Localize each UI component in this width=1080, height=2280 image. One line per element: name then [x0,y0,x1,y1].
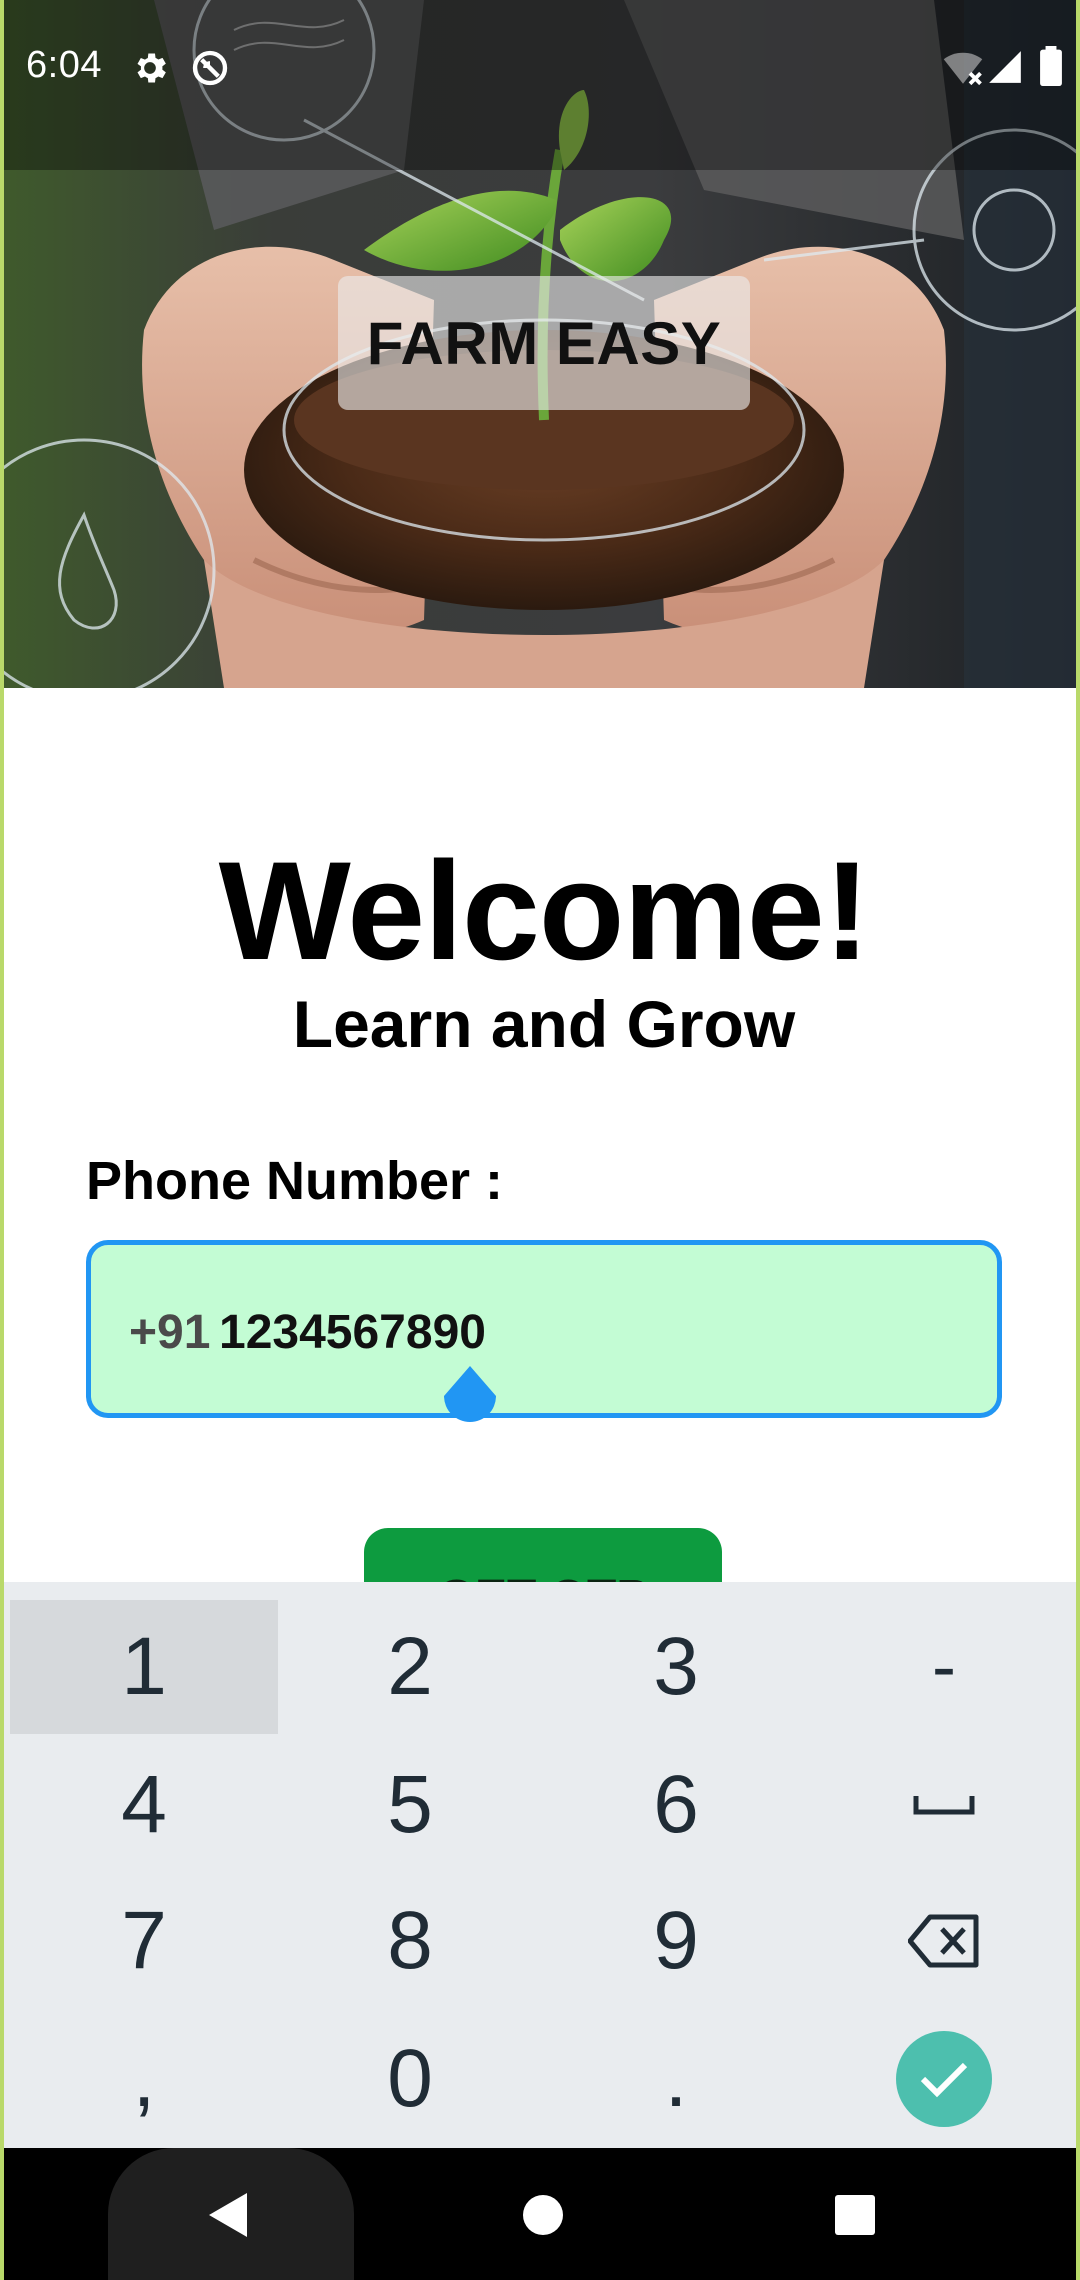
recents-square-icon [835,2195,875,2235]
key-7[interactable]: 7 [10,1874,278,2008]
key-label: - [932,1627,956,1707]
checkmark-icon [920,2062,968,2098]
key-label: . [664,2033,688,2124]
welcome-subtitle: Learn and Grow [292,987,796,1061]
key-label: 2 [387,1621,433,1712]
key-8[interactable]: 8 [276,1874,544,2008]
key-label: 4 [121,1759,167,1850]
app-title-plate: FARM EASY [338,276,750,410]
key-period[interactable]: . [542,2012,810,2146]
key-comma[interactable]: , [10,2012,278,2146]
key-backspace[interactable] [810,1874,1076,2008]
home-button[interactable] [508,2180,578,2250]
key-2[interactable]: 2 [276,1600,544,1734]
key-label: 3 [653,1621,699,1712]
app-screen: 6:04 FARM EASY Welcome! Learn and Grow P… [0,0,1080,2280]
status-bar: 6:04 [4,0,1076,136]
navigation-bar [4,2148,1076,2280]
key-6[interactable]: 6 [542,1738,810,1872]
key-4[interactable]: 4 [10,1738,278,1872]
back-button[interactable] [194,2180,264,2250]
backspace-icon [908,1914,979,1968]
key-1[interactable]: 1 [10,1600,278,1734]
key-label: , [132,2033,156,2124]
recents-button[interactable] [820,2180,890,2250]
home-circle-icon [523,2195,563,2235]
key-label: 6 [653,1759,699,1850]
gear-icon [130,48,170,93]
cell-signal-icon [986,48,1024,91]
key-label: 9 [653,1895,699,1986]
welcome-title: Welcome! [218,832,871,989]
key-minus[interactable]: - [810,1600,1076,1734]
phone-number-label: Phone Number : [86,1151,504,1211]
key-9[interactable]: 9 [542,1874,810,2008]
key-label: 1 [121,1621,167,1712]
key-5[interactable]: 5 [276,1738,544,1872]
key-label: 8 [387,1895,433,1986]
key-3[interactable]: 3 [542,1600,810,1734]
key-label: 0 [387,2033,433,2124]
status-time: 6:04 [26,44,102,86]
back-triangle-icon [209,2193,247,2237]
text-cursor-handle-icon[interactable] [442,1360,498,1432]
phone-number-value[interactable]: 1234567890 [219,1305,486,1360]
space-bar-icon [913,1796,975,1815]
done-key-circle [896,2031,992,2127]
phone-number-input[interactable]: +91 1234567890 [86,1240,1002,1418]
battery-icon [1040,46,1062,91]
key-done[interactable] [810,2012,1076,2146]
key-label: 7 [121,1895,167,1986]
do-not-disturb-icon [190,48,230,93]
app-title: FARM EASY [366,309,722,377]
key-space[interactable] [810,1738,1076,1872]
country-code-prefix: +91 [129,1306,211,1359]
key-label: 5 [387,1759,433,1850]
key-0[interactable]: 0 [276,2012,544,2146]
numeric-keyboard: 1 2 3 - 4 5 6 7 8 9 , 0 . [4,1582,1076,2148]
wifi-off-icon [942,48,984,93]
